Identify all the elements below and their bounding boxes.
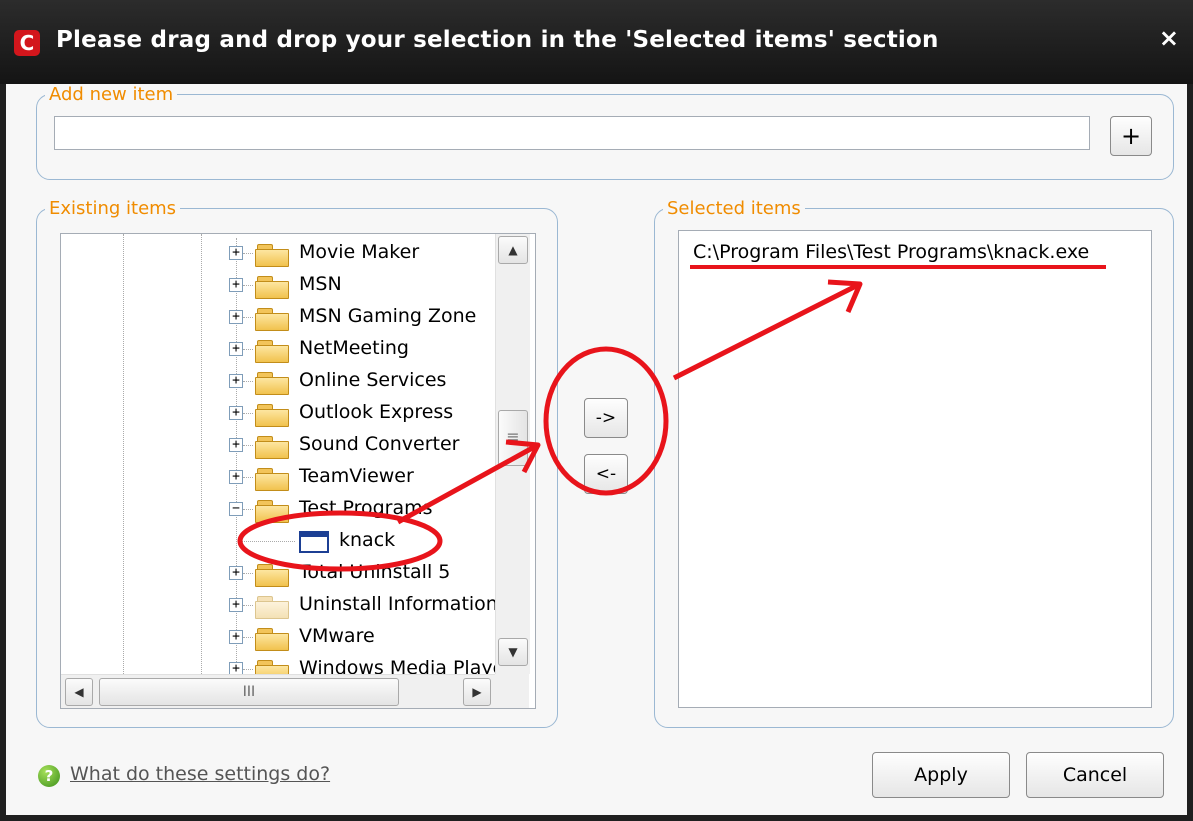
vertical-scroll-thumb[interactable]: ≡ [498,410,528,466]
tree-item-label: Outlook Express [299,401,454,423]
tree-item-label: Movie Maker [299,241,420,263]
scroll-up-icon[interactable]: ▲ [498,236,528,264]
tree-item-label: TeamViewer [299,465,414,487]
tree-folder-item[interactable]: + Uninstall Information [61,590,501,622]
tree-item-label: Test Programs [299,497,433,519]
scrollbar-corner [495,674,529,708]
selected-items-legend: Selected items [667,198,801,219]
selected-item[interactable]: C:\Program Files\Test Programs\knack.exe [693,241,1089,263]
cancel-button[interactable]: Cancel [1026,752,1164,798]
tree-folder-item[interactable]: + NetMeeting [61,334,501,366]
tree-connector [243,445,253,446]
folder-icon [255,308,289,331]
tree-item-label: VMware [299,625,375,647]
expand-icon[interactable]: + [229,470,243,484]
add-new-item-legend: Add new item [49,84,174,105]
tree-folder-item[interactable]: + Sound Converter [61,430,501,462]
tree-connector [243,317,253,318]
move-right-button[interactable]: -> [584,398,628,438]
tree-folder-item[interactable]: + Total Uninstall 5 [61,558,501,590]
tree-connector [243,637,253,638]
add-item-button[interactable]: + [1110,116,1152,156]
tree-connector [243,669,253,670]
folder-icon [255,628,289,651]
help-icon[interactable]: ? [38,765,60,787]
new-item-input[interactable] [54,116,1090,150]
tree-folder-item[interactable]: + VMware [61,622,501,654]
tree-item-label: MSN Gaming Zone [299,305,477,327]
folder-icon [255,276,289,299]
application-icon [299,531,329,553]
folder-icon [255,372,289,395]
tree-folder-item[interactable]: − Test Programs [61,494,501,526]
folder-icon [255,436,289,459]
tree-connector [243,605,253,606]
folder-icon [255,404,289,427]
folder-icon [255,564,289,587]
horizontal-scrollbar[interactable]: ◀ III ▶ [61,674,495,708]
tree-item-label: MSN [299,273,342,295]
dialog-title: Please drag and drop your selection in t… [56,27,939,53]
tree-folder-item[interactable]: + MSN [61,270,501,302]
folder-icon [255,340,289,363]
scroll-right-icon[interactable]: ▶ [463,678,491,706]
tree-item-label: Total Uninstall 5 [299,561,451,583]
tree-connector [243,381,253,382]
tree-folder-item[interactable]: + Outlook Express [61,398,501,430]
expand-icon[interactable]: + [229,598,243,612]
existing-items-tree[interactable]: + Movie Maker + MSN + MSN Gaming Zone + NetMeet… [60,233,536,709]
tree-item-label: Uninstall Information [299,593,498,615]
tree-folder-item[interactable]: + TeamViewer [61,462,501,494]
title-bar: C Please drag and drop your selection in… [0,0,1193,84]
existing-items-legend: Existing items [49,198,177,219]
tree-item-label: Sound Converter [299,433,460,455]
selected-items-list[interactable]: C:\Program Files\Test Programs\knack.exe [678,230,1152,708]
expand-icon[interactable]: + [229,438,243,452]
apply-button[interactable]: Apply [872,752,1010,798]
vertical-scrollbar[interactable]: ▲ ≡ ▼ [495,234,530,674]
tree-item-label: NetMeeting [299,337,409,359]
tree-connector [243,477,253,478]
app-logo-icon: C [14,30,40,56]
expand-icon[interactable]: + [229,406,243,420]
expand-icon[interactable]: + [229,630,243,644]
scroll-down-icon[interactable]: ▼ [498,638,528,666]
folder-icon [255,468,289,491]
close-icon[interactable]: × [1159,24,1179,52]
help-link[interactable]: What do these settings do? [70,763,330,785]
tree-connector [243,573,253,574]
folder-icon [255,500,289,523]
folder-icon [255,596,289,619]
tree-item-label: Online Services [299,369,447,391]
collapse-icon[interactable]: − [229,502,243,516]
expand-icon[interactable]: + [229,342,243,356]
expand-icon[interactable]: + [229,310,243,324]
tree-connector [243,413,253,414]
tree-connector [243,349,253,350]
horizontal-scroll-thumb[interactable]: III [99,678,399,706]
tree-folder-item[interactable]: + MSN Gaming Zone [61,302,501,334]
expand-icon[interactable]: + [229,278,243,292]
tree-folder-item[interactable]: + Movie Maker [61,238,501,270]
move-left-button[interactable]: <- [584,454,628,494]
tree-connector [243,253,253,254]
tree-connector [239,541,295,542]
scroll-left-icon[interactable]: ◀ [65,678,93,706]
folder-icon [255,244,289,267]
expand-icon[interactable]: + [229,566,243,580]
tree-connector [243,509,253,510]
expand-icon[interactable]: + [229,374,243,388]
tree-connector [243,285,253,286]
expand-icon[interactable]: + [229,246,243,260]
tree-folder-item[interactable]: + Online Services [61,366,501,398]
tree-file-item[interactable]: knack [61,526,501,558]
tree-item-label: knack [339,529,396,551]
